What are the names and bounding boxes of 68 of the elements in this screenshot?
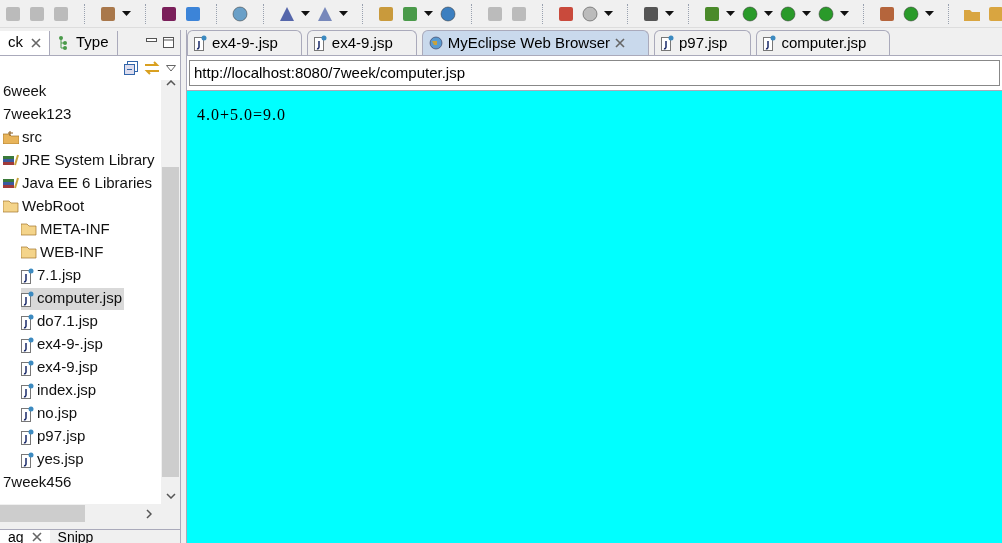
maximize-icon[interactable] — [163, 36, 175, 49]
vertical-scrollbar[interactable] — [161, 80, 180, 504]
collapse-all-icon[interactable] — [124, 61, 138, 75]
scroll-up-icon[interactable] — [165, 80, 176, 86]
folder-icon — [21, 223, 37, 236]
tree-item[interactable]: computer.jsp — [21, 287, 125, 310]
tree-item[interactable]: 7week123 — [3, 103, 74, 126]
scroll-down-icon[interactable] — [165, 493, 176, 499]
tree-item[interactable]: src — [3, 126, 44, 149]
dropdown-caret-icon[interactable] — [665, 11, 674, 16]
close-icon[interactable] — [31, 37, 41, 48]
jsp-file-icon — [21, 451, 34, 468]
jsp-file-icon — [21, 405, 34, 422]
tree-item[interactable]: META-INF — [21, 218, 112, 241]
books-icon — [3, 154, 19, 167]
jsp-file-icon — [661, 35, 674, 51]
dropdown-caret-icon[interactable] — [802, 11, 811, 16]
tree-item[interactable]: do7.1.jsp — [21, 310, 100, 333]
jsp-file-icon — [194, 35, 207, 51]
tree-item[interactable]: WEB-INF — [21, 241, 106, 264]
tree-item[interactable]: Java EE 6 Libraries — [3, 172, 155, 195]
dropdown-caret-icon[interactable] — [925, 11, 934, 16]
folder-icon — [21, 246, 37, 259]
jsp-file-icon — [763, 35, 777, 51]
tree-item[interactable]: ex4-9.jsp — [21, 356, 100, 379]
jsp-file-icon — [21, 290, 34, 307]
tree-item[interactable]: 6week — [3, 80, 49, 103]
tree-item[interactable]: JRE System Library — [3, 149, 157, 172]
url-field[interactable]: http://localhost:8080/7week/computer.jsp — [189, 60, 1000, 86]
editor-tab[interactable]: MyEclipse Web Browser — [421, 30, 649, 55]
result-text: 4.0+5.0=9.0 — [197, 106, 287, 123]
jsp-file-icon — [21, 313, 34, 330]
jsp-file-icon — [21, 428, 34, 445]
package-folder-icon — [3, 131, 19, 144]
jsp-file-icon — [21, 359, 34, 376]
tree-item[interactable]: no.jsp — [21, 402, 80, 425]
panel-tab[interactable]: ck — [0, 30, 50, 55]
tree-item[interactable]: p97.jsp — [21, 425, 88, 448]
close-icon[interactable] — [31, 531, 42, 542]
view-menu-icon[interactable] — [166, 64, 176, 72]
books-icon — [3, 177, 19, 190]
folder-icon — [3, 200, 19, 213]
dropdown-caret-icon[interactable] — [301, 11, 310, 16]
link-arrows-icon[interactable] — [144, 61, 160, 75]
dropdown-caret-icon[interactable] — [604, 11, 613, 16]
tree-item[interactable]: 7week456 — [3, 471, 74, 494]
dropdown-caret-icon[interactable] — [424, 11, 433, 16]
editor-tab[interactable]: ex4-9-.jsp — [187, 30, 302, 55]
jsp-file-icon — [21, 382, 34, 399]
jsp-file-icon — [21, 336, 34, 353]
tree-item[interactable]: index.jsp — [21, 379, 99, 402]
tree-item[interactable]: ex4-9-.jsp — [21, 333, 105, 356]
tree-item[interactable]: 7.1.jsp — [21, 264, 84, 287]
jsp-file-icon — [21, 267, 34, 284]
tree-item[interactable]: yes.jsp — [21, 448, 86, 471]
dropdown-caret-icon[interactable] — [726, 11, 735, 16]
editor-tab[interactable]: ex4-9.jsp — [306, 30, 417, 55]
editor-tab[interactable]: computer.jsp — [756, 30, 891, 55]
jsp-file-icon — [313, 35, 327, 51]
dropdown-caret-icon[interactable] — [122, 11, 131, 16]
editor-tab[interactable]: p97.jsp — [654, 30, 752, 55]
dropdown-caret-icon[interactable] — [840, 11, 849, 16]
dropdown-caret-icon[interactable] — [764, 11, 773, 16]
tree-icon — [58, 35, 68, 50]
dropdown-caret-icon[interactable] — [339, 11, 348, 16]
tree-item[interactable]: WebRoot — [3, 195, 87, 218]
scroll-right-icon[interactable] — [146, 508, 152, 519]
close-icon[interactable] — [615, 38, 625, 48]
